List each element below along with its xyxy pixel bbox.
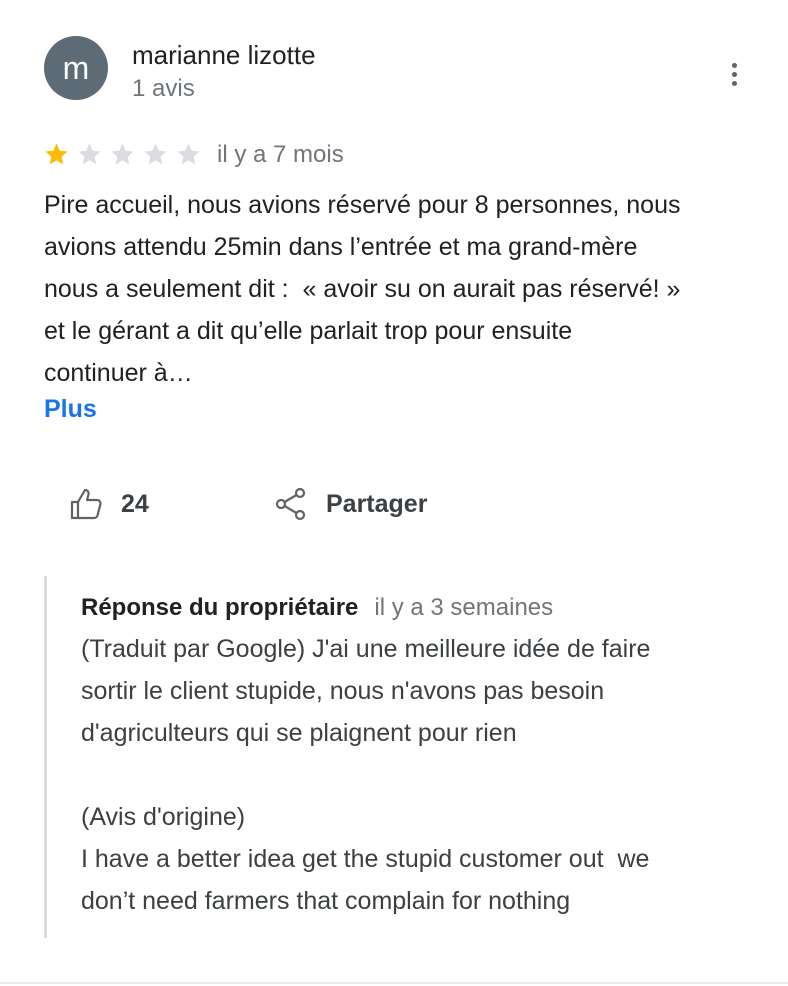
owner-response-time: il y a 3 semaines <box>374 594 554 621</box>
divider <box>0 982 788 984</box>
translated-line: (Traduit par Google) J'ai une meilleure … <box>81 635 651 663</box>
thumb-up-icon <box>70 488 102 520</box>
owner-response: Réponse du propriétaire il y a 3 semaine… <box>44 576 747 938</box>
owner-response-header: Réponse du propriétaire il y a 3 semaine… <box>81 594 553 622</box>
original-line: don’t need farmers that complain for not… <box>81 887 571 915</box>
share-icon <box>275 487 306 521</box>
share-button[interactable]: Partager <box>274 486 427 522</box>
star-empty-icon <box>177 143 200 165</box>
review-text-line: continuer à… <box>44 359 193 387</box>
star-empty-icon <box>78 143 101 165</box>
original-line: I have a better idea get the stupid cust… <box>81 845 650 873</box>
review-text-line: avions attendu 25min dans l’entrée et ma… <box>44 233 638 261</box>
more-vert-icon[interactable] <box>718 58 750 90</box>
like-button[interactable]: 24 <box>68 486 149 522</box>
owner-response-label: Réponse du propriétaire <box>81 594 359 621</box>
more-link[interactable]: Plus <box>44 395 97 424</box>
translated-line: d'agriculteurs qui se plaignent pour rie… <box>81 719 517 747</box>
review-text-line: Pire accueil, nous avions réservé pour 8… <box>44 191 681 219</box>
review-text-line: nous a seulement dit : « avoir su on aur… <box>44 275 681 303</box>
star-rating <box>44 142 209 167</box>
author-review-count: 1 avis <box>132 75 195 102</box>
avatar[interactable]: m <box>44 36 108 100</box>
author-name[interactable]: marianne lizotte <box>132 40 316 71</box>
star-filled-icon <box>45 143 68 165</box>
like-count: 24 <box>121 489 149 518</box>
review-card: m marianne lizotte 1 avis il y a 7 mois … <box>0 0 788 986</box>
star-empty-icon <box>111 143 134 165</box>
owner-response-text: (Traduit par Google) J'ai une meilleure … <box>81 628 741 922</box>
translated-line: sortir le client stupide, nous n'avons p… <box>81 677 605 705</box>
review-time: il y a 7 mois <box>217 141 344 168</box>
star-empty-icon <box>144 143 167 165</box>
review-text-line: et le gérant a dit qu’elle parlait trop … <box>44 317 573 345</box>
avatar-initial: m <box>62 50 90 86</box>
review-text: Pire accueil, nous avions réservé pour 8… <box>44 184 764 394</box>
original-review-header: (Avis d'origine) <box>81 803 246 831</box>
share-label: Partager <box>326 489 428 518</box>
